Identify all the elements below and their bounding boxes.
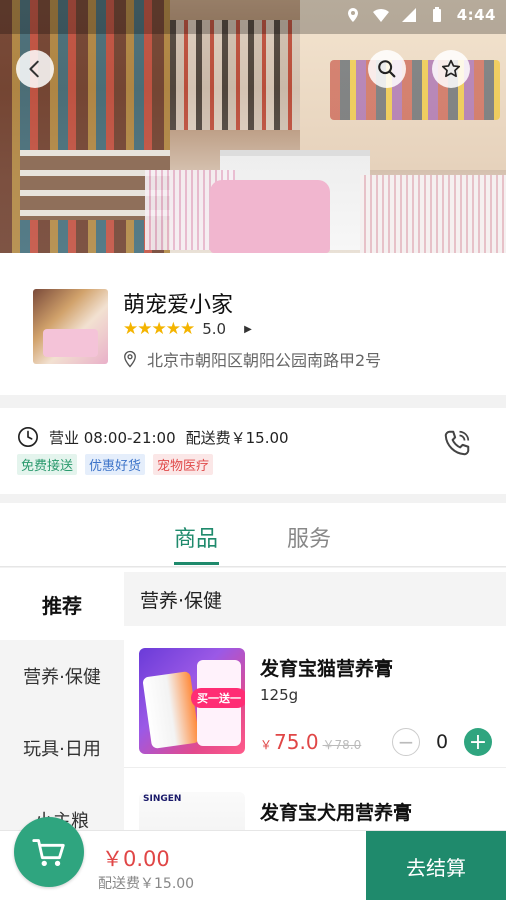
shop-address: 北京市朝阳区朝阳公园南路甲2号 [147,351,382,370]
favorite-button[interactable] [432,50,470,88]
back-button[interactable] [16,50,54,88]
battery-icon [432,7,441,22]
tag-pet-medical: 宠物医疗 [153,454,214,475]
hero-fence [360,175,506,253]
opening-hours: 营业 08:00-21:00 [49,428,176,447]
cart-icon [32,839,65,867]
tab-bar: 商品 服务 [0,503,506,567]
category-recommend[interactable]: 推荐 [0,568,124,640]
tab-service[interactable]: 服务 [287,521,331,553]
product-item[interactable]: 买一送一 发育宝猫营养膏 125g ￥ 75.0 ￥78.0 − 0 + [124,640,506,768]
promo-badge: 买一送一 [191,688,245,708]
signal-icon [401,8,416,22]
product-image: 买一送一 [139,648,245,754]
quantity-value: 0 [435,731,449,753]
product-brand: SINGEN [143,794,182,804]
location-pin-icon [124,350,136,368]
tag-free-pickup: 免费接送 [17,454,78,475]
rating-row[interactable]: ★★★★★ 5.0 ▶ [123,319,252,339]
shop-hero-image: 4:44 [0,0,506,253]
status-bar: 4:44 [0,0,506,34]
original-price: ￥78.0 [322,738,362,752]
phone-icon[interactable] [442,428,472,458]
address-row[interactable]: 北京市朝阳区朝阳公园南路甲2号 [121,347,381,371]
hero-hanging-goods [170,20,300,130]
chevron-left-icon [29,60,39,78]
tab-active-indicator [174,562,219,565]
category-nutrition[interactable]: 营养·保健 [0,640,124,712]
price-value: 75.0 [274,730,319,754]
decrease-quantity-button[interactable]: − [392,728,420,756]
search-icon [378,60,396,78]
delivery-fee: 配送费￥15.00 [185,428,289,447]
product-item[interactable]: SINGEN 发育宝犬用营养膏 125g [124,784,506,830]
cart-button[interactable] [14,817,84,887]
product-list: 营养·保健 买一送一 发育宝猫营养膏 125g ￥ 75.0 ￥78.0 − 0… [124,568,506,830]
shop-name: 萌宠爱小家 [123,293,234,318]
checkout-button[interactable]: 去结算 [366,831,506,900]
wifi-icon [372,8,389,22]
quantity-stepper: − 0 + [392,728,492,756]
product-name: 发育宝猫营养膏 [260,658,394,680]
tag-discount: 优惠好货 [85,454,146,475]
caret-right-icon: ▶ [244,323,252,335]
price-currency: ￥ [260,738,273,752]
cart-total: ￥0.00 [102,847,170,871]
product-tube [142,671,200,749]
clock-icon [18,427,38,447]
category-sidebar: 推荐 营养·保健 玩具·日用 小主粮 [0,568,124,832]
hero-pet-carrier [210,180,330,253]
service-tags: 免费接送 优惠好货 宠物医疗 [17,454,214,475]
product-price: ￥ 75.0 ￥78.0 [260,730,361,754]
shop-hours-card: 营业 08:00-21:00 配送费￥15.00 免费接送 优惠好货 宠物医疗 [0,408,506,494]
section-title: 营养·保健 [124,572,506,626]
checkout-bar: ￥0.00 配送费￥15.00 去结算 [0,817,506,900]
shop-thumbnail [33,289,108,364]
product-image: SINGEN [139,792,245,830]
shop-info-card: 萌宠爱小家 ★★★★★ 5.0 ▶ 北京市朝阳区朝阳公园南路甲2号 [0,253,506,395]
rating-value: 5.0 [202,320,227,338]
search-button[interactable] [368,50,406,88]
hero-merchandise [330,60,500,120]
status-time: 4:44 [456,6,496,24]
star-rating: ★★★★★ [123,319,195,339]
product-name: 发育宝犬用营养膏 [260,802,413,824]
location-icon [347,8,358,22]
product-spec: 125g [260,686,299,704]
star-outline-icon [441,59,461,78]
increase-quantity-button[interactable]: + [464,728,492,756]
tab-goods[interactable]: 商品 [174,521,218,553]
category-toys[interactable]: 玩具·日用 [0,712,124,784]
bottom-delivery-fee: 配送费￥15.00 [98,876,195,892]
